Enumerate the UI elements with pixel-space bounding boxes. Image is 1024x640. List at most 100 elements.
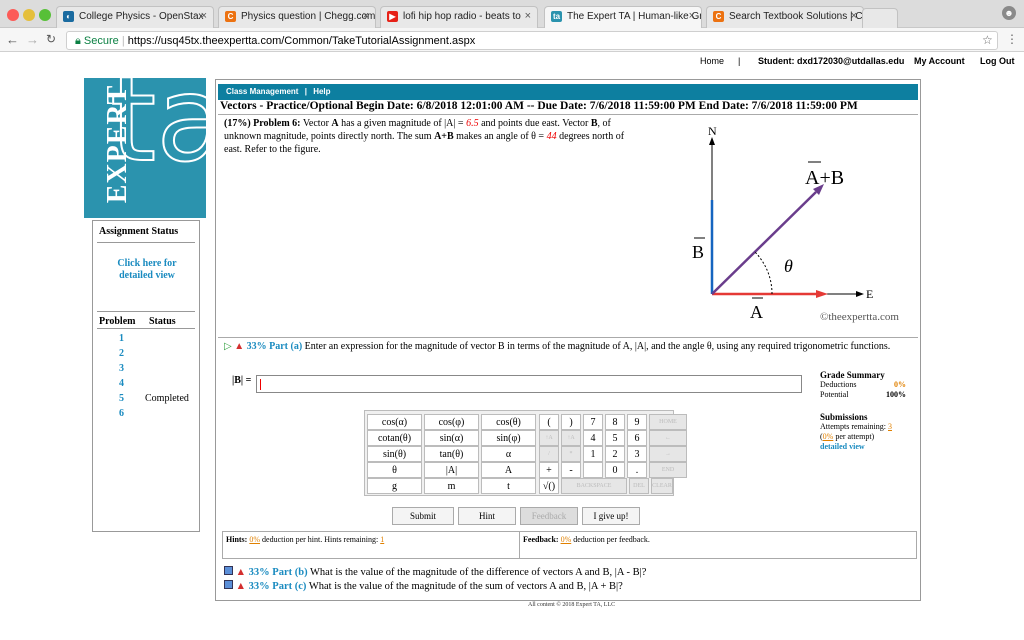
forward-icon[interactable]: → [26, 32, 39, 47]
keypad-key[interactable]: DEL [629, 478, 649, 494]
keypad-key[interactable]: . [627, 462, 647, 478]
keypad-key[interactable]: - [561, 462, 581, 478]
keypad-key[interactable]: 8 [605, 414, 625, 430]
problem-link[interactable]: 4 [119, 378, 124, 389]
class-management-link[interactable]: Class Management [226, 87, 298, 96]
home-link[interactable]: Home [700, 56, 724, 66]
tab-favicon-icon: C [225, 11, 236, 22]
submit-button[interactable]: Submit [392, 507, 454, 525]
keypad-key[interactable]: → [649, 446, 687, 462]
problem-link[interactable]: 3 [119, 363, 124, 374]
hints-label: Hints: [226, 535, 248, 544]
keypad-key[interactable]: ↑A [561, 430, 581, 446]
close-window-icon[interactable] [7, 9, 19, 21]
expand-icon[interactable] [224, 580, 233, 589]
submissions-title: Submissions [820, 412, 868, 422]
tab-close-icon[interactable]: × [689, 10, 695, 22]
north-label: N [708, 124, 717, 138]
keypad-key[interactable]: * [561, 446, 581, 462]
keypad-key[interactable]: 9 [627, 414, 647, 430]
keypad-key[interactable]: θ [367, 462, 422, 478]
browser-tab[interactable]: C Physics question | Chegg.com × [218, 6, 376, 28]
keypad-key[interactable]: sin(φ) [481, 430, 536, 446]
grade-detailed-view-link[interactable]: detailed view [820, 442, 906, 452]
keypad-key[interactable]: HOME [649, 414, 687, 430]
feedback-button[interactable]: Feedback [520, 507, 578, 525]
keypad-key[interactable]: 4 [583, 430, 603, 446]
keypad-key[interactable]: 1 [583, 446, 603, 462]
play-icon[interactable]: ▷ [224, 341, 232, 352]
browser-tab[interactable]: ◐ College Physics - OpenStax × [56, 6, 214, 28]
answer-input[interactable] [256, 375, 802, 393]
tab-label: College Physics - OpenStax [79, 11, 204, 22]
hints-text: deduction per hint. Hints remaining: [262, 535, 379, 544]
keypad-key[interactable]: BACKSPACE [561, 478, 627, 494]
part-row[interactable]: ▲ 33% Part (c) What is the value of the … [224, 580, 646, 594]
keypad-key[interactable]: 6 [627, 430, 647, 446]
keypad-key[interactable]: + [539, 462, 559, 478]
keypad-key[interactable]: / [539, 446, 559, 462]
keypad-key[interactable]: ↑A [539, 430, 559, 446]
tab-close-icon[interactable]: × [525, 10, 531, 22]
deductions-value: 0% [894, 380, 906, 389]
assignment-status-heading: Assignment Status [99, 226, 179, 237]
menu-icon[interactable]: ⋮ [1006, 32, 1018, 46]
log-out-link[interactable]: Log Out [980, 56, 1015, 66]
keypad-key[interactable]: √() [539, 478, 559, 494]
keypad-key[interactable]: END [649, 462, 687, 478]
part-label: 33% Part (c) [248, 581, 307, 592]
problem-link[interactable]: 2 [119, 348, 124, 359]
minimize-window-icon[interactable] [23, 9, 35, 21]
keypad-key[interactable]: sin(α) [424, 430, 479, 446]
tab-close-icon[interactable]: × [851, 10, 857, 22]
profile-icon[interactable]: ☻ [1002, 6, 1016, 20]
tab-close-icon[interactable]: × [201, 10, 207, 22]
problem-link[interactable]: 6 [119, 408, 124, 419]
url-field[interactable]: 🔒︎ Secure | https://usq45tx.theexpertta.… [66, 31, 998, 50]
new-tab-button[interactable] [862, 8, 898, 28]
give-up-button[interactable]: I give up! [582, 507, 640, 525]
keypad-key[interactable]: CLEAR [651, 478, 673, 494]
keypad-key[interactable]: A [481, 462, 536, 478]
keypad-key[interactable]: ← [649, 430, 687, 446]
keypad-key[interactable]: m [424, 478, 479, 494]
expand-icon[interactable] [224, 566, 233, 575]
keypad-key[interactable]: 7 [583, 414, 603, 430]
keypad-key[interactable]: g [367, 478, 422, 494]
problem-text: makes an angle of θ = [456, 131, 545, 142]
keypad-key[interactable]: 3 [627, 446, 647, 462]
keypad-key[interactable]: cos(α) [367, 414, 422, 430]
bookmark-star-icon[interactable]: ☆ [982, 33, 993, 47]
hint-button[interactable]: Hint [458, 507, 516, 525]
keypad-key[interactable]: cos(θ) [481, 414, 536, 430]
help-link[interactable]: Help [313, 87, 330, 96]
reload-icon[interactable]: ↻ [46, 32, 56, 46]
browser-tab[interactable]: ▶ lofi hip hop radio - beats to × [380, 6, 538, 28]
problem-link[interactable]: 1 [119, 333, 124, 344]
keypad-key[interactable]: 5 [605, 430, 625, 446]
keypad-key[interactable]: α [481, 446, 536, 462]
browser-tab[interactable]: C Search Textbook Solutions | Ch × [706, 6, 864, 28]
keypad-key[interactable]: cotan(θ) [367, 430, 422, 446]
keypad-key[interactable]: 0 [605, 462, 625, 478]
keypad-key[interactable]: ( [539, 414, 559, 430]
tab-close-icon[interactable]: × [363, 10, 369, 22]
part-a-text: Enter an expression for the magnitude of… [304, 341, 891, 352]
back-icon[interactable]: ← [6, 32, 19, 47]
keypad-key[interactable] [583, 462, 603, 478]
keypad-key[interactable]: t [481, 478, 536, 494]
problem-link[interactable]: 5 [119, 393, 124, 404]
keypad-key[interactable]: |A| [424, 462, 479, 478]
browser-tab[interactable]: ta The Expert TA | Human-like Gr × [544, 6, 702, 28]
problem-text: and points due east. Vector [481, 118, 589, 129]
hints-feedback-bar: Hints: 0% deduction per hint. Hints rema… [222, 531, 917, 559]
keypad-key[interactable]: 2 [605, 446, 625, 462]
detailed-view-link[interactable]: Click here for detailed view [107, 258, 187, 282]
maximize-window-icon[interactable] [39, 9, 51, 21]
keypad-key[interactable]: cos(φ) [424, 414, 479, 430]
part-row[interactable]: ▲ 33% Part (b) What is the value of the … [224, 566, 646, 580]
my-account-link[interactable]: My Account [914, 56, 965, 66]
keypad-key[interactable]: tan(θ) [424, 446, 479, 462]
keypad-key[interactable]: ) [561, 414, 581, 430]
keypad-key[interactable]: sin(θ) [367, 446, 422, 462]
